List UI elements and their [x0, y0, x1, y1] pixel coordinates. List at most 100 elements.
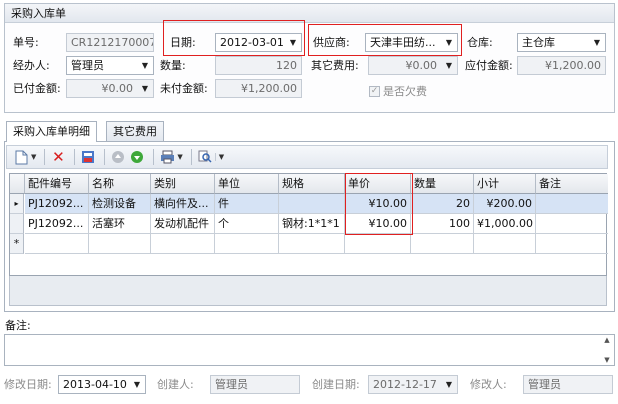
tab-order-details[interactable]: 采购入库单明细: [6, 121, 97, 142]
cell-quantity[interactable]: 100: [411, 214, 474, 234]
grid-footer-bar: [9, 276, 607, 306]
remarks-textarea[interactable]: ▲ ▼: [4, 334, 615, 366]
cell-spec[interactable]: [279, 194, 345, 214]
cell-category[interactable]: 横向件及...: [151, 194, 215, 214]
warehouse-label: 仓库:: [467, 36, 493, 49]
search-button[interactable]: ▼: [197, 147, 224, 167]
cell-unit[interactable]: 件: [215, 194, 279, 214]
cell-name[interactable]: 活塞环: [89, 214, 151, 234]
cell-subtotal[interactable]: ¥1,000.00: [474, 214, 536, 234]
cell-unit[interactable]: 个: [215, 214, 279, 234]
chevron-down-icon[interactable]: ▼: [441, 376, 457, 393]
scroll-down-icon[interactable]: ▼: [604, 356, 609, 364]
order-no-value: CR1212170007: [71, 36, 154, 49]
unpaid-field[interactable]: ¥1,200.00: [215, 79, 302, 98]
chevron-down-icon[interactable]: ▼: [137, 57, 153, 74]
modifier-label: 修改人:: [470, 378, 507, 391]
cell-subtotal[interactable]: ¥200.00: [474, 194, 536, 214]
save-grid-button[interactable]: [80, 147, 96, 167]
cell-part-no[interactable]: [25, 234, 89, 254]
detail-grid: 配件编号 名称 类别 单位 规格 单价 数量 小计 备注 ▸ PJ12092..…: [9, 173, 608, 276]
cell-unit-price[interactable]: ¥10.00: [345, 214, 411, 234]
tab-other-fees[interactable]: 其它费用: [106, 121, 164, 141]
cell-name[interactable]: [89, 234, 151, 254]
order-no-field[interactable]: CR1212170007: [66, 33, 154, 52]
quantity-label: 数量:: [160, 59, 186, 72]
created-date-picker[interactable]: 2012-12-17 ▼: [368, 375, 458, 394]
cell-remark[interactable]: [536, 234, 608, 254]
cell-spec[interactable]: 钢材:1*1*1: [279, 214, 345, 234]
print-button[interactable]: ▼: [159, 147, 183, 167]
chevron-down-icon[interactable]: ▼: [137, 80, 153, 97]
checkmark-icon: ✓: [369, 85, 380, 97]
chevron-down-icon[interactable]: ▼: [129, 376, 145, 393]
col-subtotal[interactable]: 小计: [474, 174, 536, 194]
cell-part-no[interactable]: PJ12092...: [25, 194, 89, 214]
col-spec[interactable]: 规格: [279, 174, 345, 194]
chevron-down-icon[interactable]: ▼: [214, 153, 224, 161]
date-picker[interactable]: 2012-03-01 ▼: [215, 33, 302, 52]
col-part-no[interactable]: 配件编号: [25, 174, 89, 194]
unpaid-value: ¥1,200.00: [241, 82, 297, 95]
col-unit[interactable]: 单位: [215, 174, 279, 194]
new-row[interactable]: *: [10, 234, 608, 254]
order-no-label: 单号:: [13, 36, 39, 49]
modified-date-picker[interactable]: 2013-04-10 ▼: [58, 375, 146, 394]
cell-subtotal[interactable]: [474, 234, 536, 254]
move-up-icon: [110, 149, 126, 165]
cell-unit[interactable]: [215, 234, 279, 254]
creator-value: 管理员: [215, 378, 248, 391]
cell-quantity[interactable]: [411, 234, 474, 254]
chevron-down-icon[interactable]: ▼: [285, 34, 301, 51]
paid-label: 已付金额:: [13, 82, 61, 95]
search-icon: [197, 149, 213, 165]
delete-button[interactable]: ✕: [50, 147, 66, 167]
creator-field[interactable]: 管理员: [210, 375, 300, 394]
modifier-field[interactable]: 管理员: [523, 375, 613, 394]
creator-label: 创建人:: [157, 378, 194, 391]
col-unit-price[interactable]: 单价: [345, 174, 411, 194]
cell-quantity[interactable]: 20: [411, 194, 474, 214]
table-row[interactable]: PJ12092... 活塞环 发动机配件 个 钢材:1*1*1 ¥10.00 1…: [10, 214, 608, 234]
other-fee-field[interactable]: ¥0.00 ▼: [368, 56, 458, 75]
handler-select[interactable]: 管理员 ▼: [66, 56, 154, 75]
move-up-button[interactable]: [110, 147, 126, 167]
cell-remark[interactable]: [536, 214, 608, 234]
cell-category[interactable]: 发动机配件: [151, 214, 215, 234]
col-remark[interactable]: 备注: [536, 174, 608, 194]
quantity-field[interactable]: 120: [215, 56, 302, 75]
payable-field[interactable]: ¥1,200.00: [517, 56, 606, 75]
cell-spec[interactable]: [279, 234, 345, 254]
cell-unit-price[interactable]: ¥10.00: [345, 194, 411, 214]
remarks-scrollbar[interactable]: ▲ ▼: [601, 336, 613, 364]
paid-field[interactable]: ¥0.00 ▼: [66, 79, 154, 98]
row-indicator: [10, 214, 24, 234]
col-category[interactable]: 类别: [151, 174, 215, 194]
move-down-button[interactable]: [129, 147, 145, 167]
row-indicator: ▸: [10, 194, 24, 214]
col-name[interactable]: 名称: [89, 174, 151, 194]
cell-unit-price[interactable]: [345, 234, 411, 254]
payable-value: ¥1,200.00: [545, 59, 601, 72]
scroll-up-icon[interactable]: ▲: [604, 336, 609, 344]
print-icon: [159, 149, 175, 165]
cell-category[interactable]: [151, 234, 215, 254]
new-button[interactable]: ▼: [13, 147, 36, 167]
supplier-select[interactable]: 天津丰田纺... ▼: [365, 33, 458, 52]
chevron-down-icon[interactable]: ▼: [441, 57, 457, 74]
cell-name[interactable]: 检测设备: [89, 194, 151, 214]
supplier-label: 供应商:: [313, 36, 350, 49]
new-document-icon: [13, 149, 29, 165]
chevron-down-icon: ▼: [177, 153, 183, 161]
unpaid-label: 未付金额:: [160, 82, 208, 95]
warehouse-select[interactable]: 主仓库 ▼: [517, 33, 606, 52]
grid-header: 配件编号 名称 类别 单位 规格 单价 数量 小计 备注: [10, 174, 608, 194]
table-row[interactable]: ▸ PJ12092... 检测设备 横向件及... 件 ¥10.00 20 ¥2…: [10, 194, 608, 214]
col-quantity[interactable]: 数量: [411, 174, 474, 194]
cell-part-no[interactable]: PJ12092...: [25, 214, 89, 234]
cell-remark[interactable]: [536, 194, 608, 214]
chevron-down-icon[interactable]: ▼: [441, 34, 457, 51]
owing-checkbox[interactable]: ✓ 是否欠费: [369, 83, 427, 99]
chevron-down-icon[interactable]: ▼: [589, 34, 605, 51]
header-indicator: [10, 174, 25, 194]
